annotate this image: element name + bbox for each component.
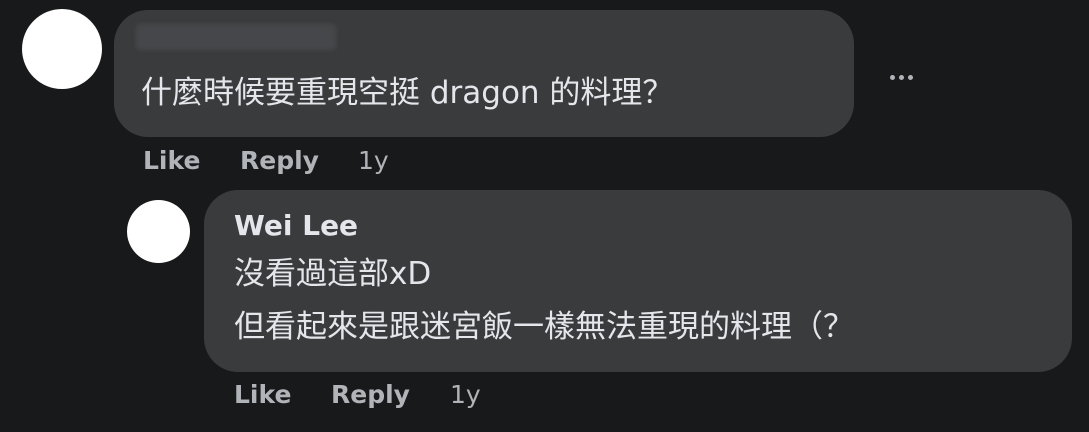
reply-text-line-2: 但看起來是跟迷宮飯一樣無法重現的料理（？ — [234, 309, 854, 345]
reply-bubble: Wei Lee 沒看過這部xD 但看起來是跟迷宮飯一樣無法重現的料理（？ — [204, 190, 1072, 372]
comments-thread: 什麼時候要重現空挺 dragon 的料理？ Like Reply 1y Wei … — [0, 0, 1089, 432]
redacted-author-name[interactable] — [136, 24, 336, 50]
timestamp[interactable]: 1y — [358, 146, 389, 175]
reply-reply-button[interactable]: Reply — [331, 380, 410, 409]
like-button[interactable]: Like — [143, 146, 200, 175]
reply-author-name[interactable]: Wei Lee — [234, 209, 358, 243]
commenter-avatar[interactable] — [22, 9, 102, 89]
reply-like-button[interactable]: Like — [234, 380, 291, 409]
comment-bubble: 什麼時候要重現空挺 dragon 的料理？ — [114, 10, 854, 137]
reply-timestamp[interactable]: 1y — [450, 380, 481, 409]
more-options-icon[interactable] — [884, 63, 918, 83]
comment-text: 什麼時候要重現空挺 dragon 的料理？ — [141, 75, 674, 111]
reply-text-line-1: 沒看過這部xD — [234, 256, 432, 292]
reply-button[interactable]: Reply — [240, 146, 319, 175]
reply-avatar[interactable] — [127, 200, 190, 263]
